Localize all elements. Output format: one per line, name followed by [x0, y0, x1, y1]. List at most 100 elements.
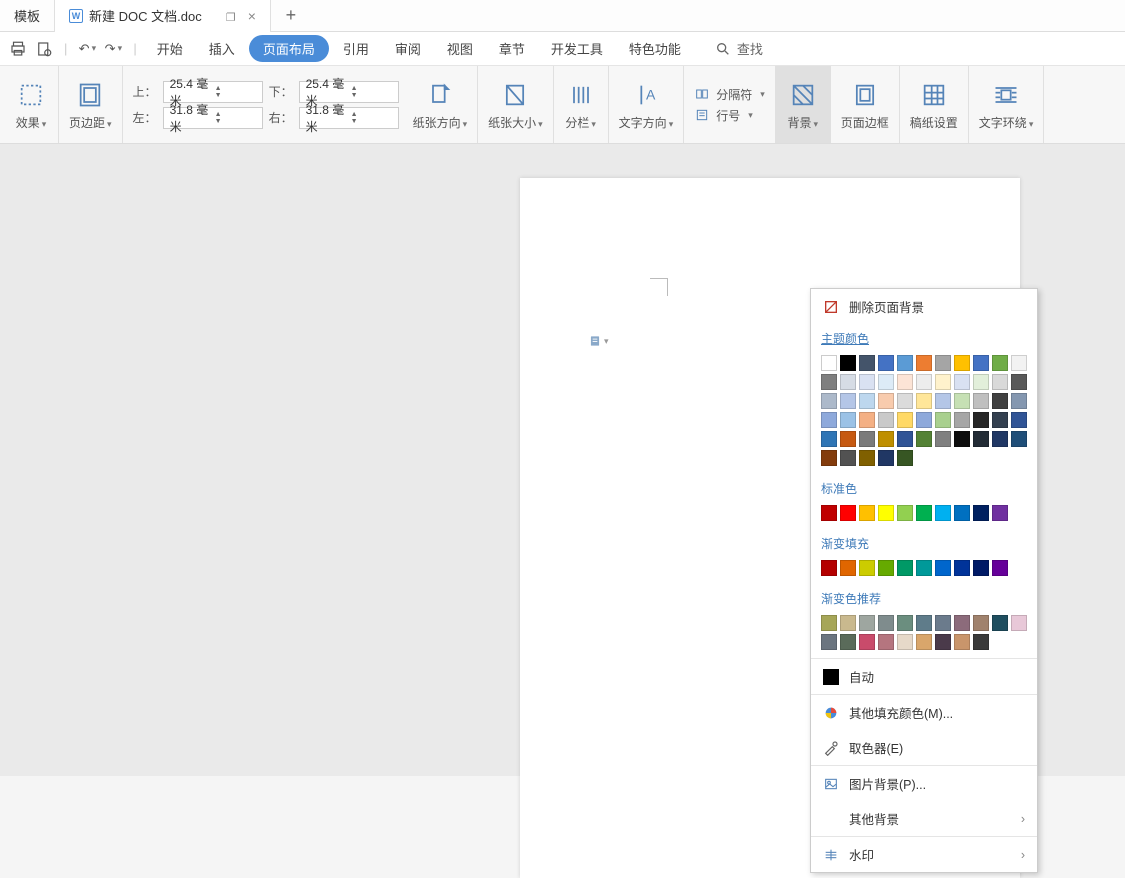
menu-features[interactable]: 特色功能 [617, 35, 693, 62]
color-swatch[interactable] [859, 560, 875, 576]
color-swatch[interactable] [992, 355, 1008, 371]
group-orientation[interactable]: 纸张方向 [403, 66, 479, 143]
color-swatch[interactable] [935, 355, 951, 371]
color-swatch[interactable] [1011, 393, 1027, 409]
color-swatch[interactable] [935, 431, 951, 447]
restore-window-icon[interactable]: ❐ [226, 11, 236, 21]
color-swatch[interactable] [935, 505, 951, 521]
color-swatch[interactable] [821, 505, 837, 521]
menu-review[interactable]: 审阅 [383, 35, 433, 62]
group-background[interactable]: 背景 [776, 66, 831, 143]
color-swatch[interactable] [821, 374, 837, 390]
menu-page-layout[interactable]: 页面布局 [249, 35, 329, 62]
color-swatch[interactable] [840, 374, 856, 390]
color-swatch[interactable] [973, 615, 989, 631]
color-swatch[interactable] [897, 634, 913, 650]
color-swatch[interactable] [840, 431, 856, 447]
color-swatch[interactable] [973, 355, 989, 371]
color-swatch[interactable] [878, 393, 894, 409]
color-swatch[interactable] [897, 393, 913, 409]
line-numbers-button[interactable]: 行号 [694, 107, 765, 124]
color-swatch[interactable] [821, 634, 837, 650]
menu-chapter[interactable]: 章节 [487, 35, 537, 62]
spinner-icon[interactable]: ▲▼ [215, 85, 260, 99]
color-swatch[interactable] [954, 505, 970, 521]
spinner-icon[interactable]: ▲▼ [351, 111, 396, 125]
color-swatch[interactable] [897, 412, 913, 428]
color-swatch[interactable] [859, 393, 875, 409]
redo-button[interactable]: ↷ [101, 37, 125, 61]
color-swatch[interactable] [935, 412, 951, 428]
menu-references[interactable]: 引用 [331, 35, 381, 62]
paragraph-placeholder-icon[interactable]: ▾ [588, 333, 609, 349]
color-swatch[interactable] [859, 355, 875, 371]
color-swatch[interactable] [878, 560, 894, 576]
color-swatch[interactable] [954, 431, 970, 447]
document-canvas[interactable]: ▾ 删除页面背景 主题颜色 标准色 渐变填充 渐变色推荐 自动 其他填充颜色(M… [0, 144, 1125, 776]
color-swatch[interactable] [916, 615, 932, 631]
color-swatch[interactable] [859, 634, 875, 650]
color-swatch[interactable] [859, 615, 875, 631]
color-swatch[interactable] [973, 634, 989, 650]
color-swatch[interactable] [878, 412, 894, 428]
group-text-direction[interactable]: A 文字方向 [609, 66, 685, 143]
color-swatch[interactable] [973, 505, 989, 521]
color-swatch[interactable] [840, 634, 856, 650]
undo-button[interactable]: ↶ [75, 37, 99, 61]
color-swatch[interactable] [840, 412, 856, 428]
color-swatch[interactable] [840, 393, 856, 409]
eyedropper[interactable]: 取色器(E) [811, 730, 1037, 765]
color-swatch[interactable] [1011, 412, 1027, 428]
close-tab-icon[interactable]: × [248, 8, 256, 24]
color-swatch[interactable] [897, 355, 913, 371]
color-swatch[interactable] [954, 412, 970, 428]
color-swatch[interactable] [821, 450, 837, 466]
other-background[interactable]: 其他背景 [811, 801, 1037, 836]
new-tab-button[interactable]: + [271, 5, 311, 26]
color-swatch[interactable] [954, 615, 970, 631]
color-swatch[interactable] [897, 505, 913, 521]
menu-view[interactable]: 视图 [435, 35, 485, 62]
color-swatch[interactable] [992, 393, 1008, 409]
color-swatch[interactable] [954, 374, 970, 390]
color-swatch[interactable] [973, 393, 989, 409]
group-columns[interactable]: 分栏 [554, 66, 609, 143]
color-swatch[interactable] [1011, 374, 1027, 390]
color-swatch[interactable] [1011, 615, 1027, 631]
color-swatch[interactable] [897, 615, 913, 631]
delete-page-background[interactable]: 删除页面背景 [811, 289, 1037, 324]
color-swatch[interactable] [954, 634, 970, 650]
color-swatch[interactable] [916, 355, 932, 371]
tab-templates[interactable]: 模板 [0, 0, 55, 32]
color-swatch[interactable] [973, 374, 989, 390]
color-swatch[interactable] [935, 374, 951, 390]
margin-top-input[interactable]: 25.4 毫米▲▼ [163, 81, 263, 103]
color-swatch[interactable] [916, 393, 932, 409]
group-wrap[interactable]: 文字环绕 [969, 66, 1045, 143]
color-swatch[interactable] [916, 505, 932, 521]
color-swatch[interactable] [1011, 355, 1027, 371]
color-swatch[interactable] [840, 355, 856, 371]
color-swatch[interactable] [992, 374, 1008, 390]
menu-insert[interactable]: 插入 [197, 35, 247, 62]
margin-right-input[interactable]: 31.8 毫米▲▼ [299, 107, 399, 129]
margin-bottom-input[interactable]: 25.4 毫米▲▼ [299, 81, 399, 103]
watermark[interactable]: 水印 [811, 837, 1037, 872]
tab-document[interactable]: W 新建 DOC 文档.doc ❐ × [55, 0, 271, 32]
color-swatch[interactable] [859, 431, 875, 447]
color-swatch[interactable] [878, 450, 894, 466]
more-fill-colors[interactable]: 其他填充颜色(M)... [811, 695, 1037, 730]
color-swatch[interactable] [935, 393, 951, 409]
menu-start[interactable]: 开始 [145, 35, 195, 62]
print-icon[interactable] [6, 37, 30, 61]
color-swatch[interactable] [916, 412, 932, 428]
color-swatch[interactable] [992, 412, 1008, 428]
color-swatch[interactable] [821, 355, 837, 371]
color-swatch[interactable] [878, 374, 894, 390]
group-effects[interactable]: 效果 [4, 66, 59, 143]
color-swatch[interactable] [821, 393, 837, 409]
color-swatch[interactable] [897, 374, 913, 390]
color-swatch[interactable] [916, 431, 932, 447]
group-size[interactable]: 纸张大小 [478, 66, 554, 143]
color-swatch[interactable] [935, 615, 951, 631]
